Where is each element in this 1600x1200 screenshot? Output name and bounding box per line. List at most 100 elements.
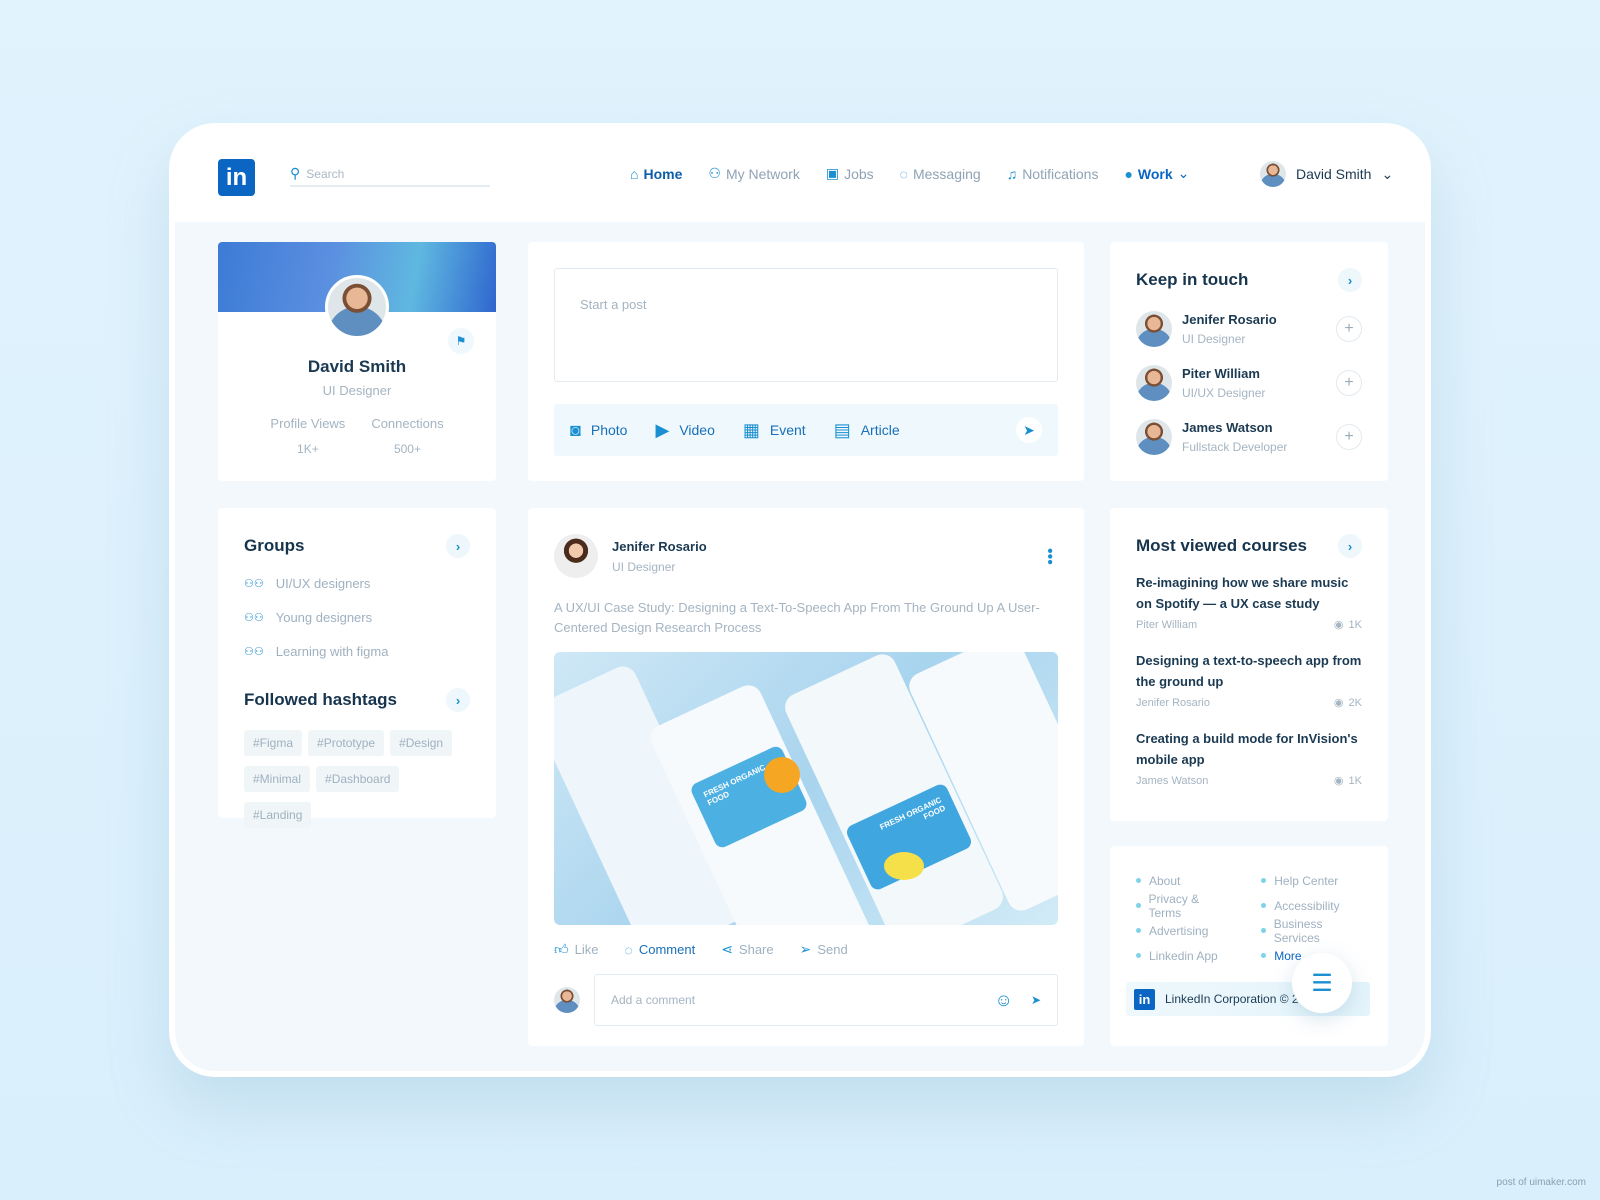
- group-label: UI/UX designers: [275, 575, 371, 591]
- group-item[interactable]: ⚇⚇ Young designers: [244, 600, 470, 634]
- nav-label: Notifications: [1022, 165, 1099, 182]
- profile-name: David Smith: [307, 357, 407, 376]
- keep-in-touch-card: Keep in touch › Jenifer Rosario UI Designe…: [1110, 242, 1388, 481]
- person-avatar[interactable]: [1136, 311, 1172, 347]
- add-connection-button[interactable]: +: [1336, 424, 1362, 450]
- add-connection-button[interactable]: +: [1336, 370, 1362, 396]
- send-button[interactable]: ➢ Send: [800, 941, 848, 958]
- nav-notifications[interactable]: ♫ Notifications: [1007, 166, 1099, 182]
- hashtag-chip[interactable]: #Figma: [244, 730, 303, 756]
- video-button[interactable]: ▶ Video: [655, 420, 714, 441]
- app-window: in ⚲ Search ⌂ Home ⚇ My Network ▣ Jobs ◌ Mess…: [169, 123, 1431, 1077]
- person-item: James Watson Fullstack Developer +: [1136, 410, 1362, 464]
- footer-link[interactable]: Help Center: [1261, 868, 1362, 893]
- event-button[interactable]: ▦ Event: [743, 420, 806, 441]
- person-name[interactable]: Piter William: [1182, 366, 1265, 381]
- keep-in-touch-title: Keep in touch: [1136, 270, 1249, 289]
- nav-work[interactable]: ● Work ⌄: [1124, 165, 1189, 182]
- nav-my-network[interactable]: ⚇ My Network: [708, 165, 799, 182]
- hashtag-chip[interactable]: #Dashboard: [316, 766, 400, 792]
- chat-icon: ◌: [899, 165, 908, 182]
- person-avatar[interactable]: [1136, 419, 1172, 455]
- comment-button[interactable]: ◌ Comment: [625, 942, 696, 958]
- footer-link[interactable]: Business Services: [1261, 916, 1362, 945]
- nav-jobs[interactable]: ▣ Jobs: [826, 165, 874, 182]
- add-connection-button[interactable]: +: [1336, 316, 1362, 342]
- courses-title: Most viewed courses: [1136, 536, 1308, 555]
- chevron-right-icon[interactable]: ›: [1338, 268, 1362, 292]
- hashtag-chip[interactable]: #Minimal: [244, 766, 311, 792]
- hashtag-chip[interactable]: #Design: [390, 730, 453, 756]
- stat-profile-views[interactable]: Profile Views 1K+: [270, 416, 345, 456]
- chevron-down-icon: ⌄: [1381, 165, 1394, 182]
- emoji-icon[interactable]: ☺: [995, 990, 1013, 1011]
- stat-value: 500+: [393, 442, 421, 456]
- send-icon[interactable]: ➤: [1016, 417, 1042, 443]
- footer-link[interactable]: About: [1136, 868, 1226, 893]
- send-icon[interactable]: ➤: [1031, 993, 1041, 1007]
- bullet-icon: [1136, 928, 1141, 933]
- linkedin-logo[interactable]: in: [218, 159, 255, 196]
- post-input[interactable]: Start a post: [554, 268, 1058, 382]
- footer-link-label: Linkedin App: [1149, 948, 1218, 963]
- like-button[interactable]: 👍︎ Like: [554, 941, 599, 958]
- linkedin-logo: in: [1134, 988, 1155, 1010]
- eye-icon: ◉: [1333, 619, 1344, 631]
- search-input[interactable]: ⚲ Search: [290, 162, 490, 187]
- course-item[interactable]: Designing a text-to-speech app from the …: [1136, 650, 1362, 728]
- footer-card: About Privacy & Terms Advertising Linkedin …: [1110, 846, 1388, 1046]
- bullet-icon: [1136, 953, 1141, 958]
- person-avatar[interactable]: [1136, 365, 1172, 401]
- nav-label: Messaging: [912, 165, 981, 182]
- course-views: 1K: [1348, 618, 1362, 631]
- footer-link[interactable]: Advertising: [1136, 918, 1226, 943]
- course-author: James Watson: [1136, 774, 1209, 787]
- nav-home[interactable]: ⌂ Home: [630, 166, 682, 182]
- course-item[interactable]: Re-imagining how we share music on Spoti…: [1136, 572, 1362, 650]
- stat-connections[interactable]: Connections 500+: [371, 416, 443, 456]
- post-image[interactable]: FRESH ORGANIC FOOD FRESH ORGANIC FOOD: [554, 652, 1058, 925]
- comment-input[interactable]: Add a comment ☺ ➤: [594, 974, 1058, 1026]
- share-button[interactable]: ⋖ Share: [721, 941, 773, 958]
- action-label: Article: [860, 422, 900, 438]
- profile-avatar: [325, 275, 389, 339]
- action-label: Video: [679, 422, 715, 438]
- bookmark-icon[interactable]: ⚑: [448, 328, 474, 354]
- more-options-icon[interactable]: •••: [1040, 548, 1058, 565]
- photo-button[interactable]: ◙ Photo: [570, 420, 627, 441]
- chevron-right-icon[interactable]: ›: [446, 534, 470, 558]
- course-title: Creating a build mode for InVision's mob…: [1136, 731, 1358, 767]
- post-author[interactable]: Jenifer Rosario: [612, 539, 707, 554]
- user-menu[interactable]: David Smith ⌄: [1260, 161, 1393, 187]
- chevron-right-icon[interactable]: ›: [446, 688, 470, 712]
- stat-label: Connections: [371, 416, 444, 431]
- person-name[interactable]: James Watson: [1182, 420, 1287, 435]
- post-placeholder: Start a post: [580, 297, 647, 312]
- course-views: 1K: [1348, 774, 1362, 787]
- group-item[interactable]: ⚇⚇ Learning with figma: [244, 634, 470, 668]
- footer-link[interactable]: Linkedin App: [1136, 943, 1226, 968]
- chat-fab-icon[interactable]: ☰: [1292, 953, 1352, 1013]
- top-header: in ⚲ Search ⌂ Home ⚇ My Network ▣ Jobs ◌ Mess…: [175, 129, 1425, 222]
- courses-card: Most viewed courses › Re-imagining how we…: [1110, 508, 1388, 821]
- post-author-role: UI Designer: [612, 559, 676, 574]
- watermark: post of uimaker.com: [1496, 1177, 1586, 1188]
- chevron-right-icon[interactable]: ›: [1338, 534, 1362, 558]
- hashtag-chip[interactable]: #Prototype: [308, 730, 385, 756]
- group-item[interactable]: ⚇⚇ UI/UX designers: [244, 566, 470, 600]
- course-item[interactable]: Creating a build mode for InVision's mob…: [1136, 728, 1362, 806]
- footer-link-label: Business Services: [1273, 916, 1323, 945]
- footer-link-label: Accessibility: [1274, 898, 1340, 913]
- article-button[interactable]: ▤ Article: [834, 420, 900, 441]
- hashtag-chip[interactable]: #Landing: [244, 802, 312, 828]
- group-label: Learning with figma: [275, 643, 389, 659]
- briefcase-icon: ▣: [825, 165, 840, 181]
- author-avatar[interactable]: [554, 534, 598, 578]
- footer-link[interactable]: Privacy & Terms: [1136, 891, 1226, 920]
- action-label: Like: [574, 942, 599, 957]
- nav-messaging[interactable]: ◌ Messaging: [900, 166, 981, 182]
- footer-link[interactable]: Accessibility: [1261, 893, 1362, 918]
- footer-link-label: Privacy & Terms: [1148, 891, 1200, 920]
- bullet-icon: [1136, 903, 1141, 908]
- person-name[interactable]: Jenifer Rosario: [1182, 312, 1277, 327]
